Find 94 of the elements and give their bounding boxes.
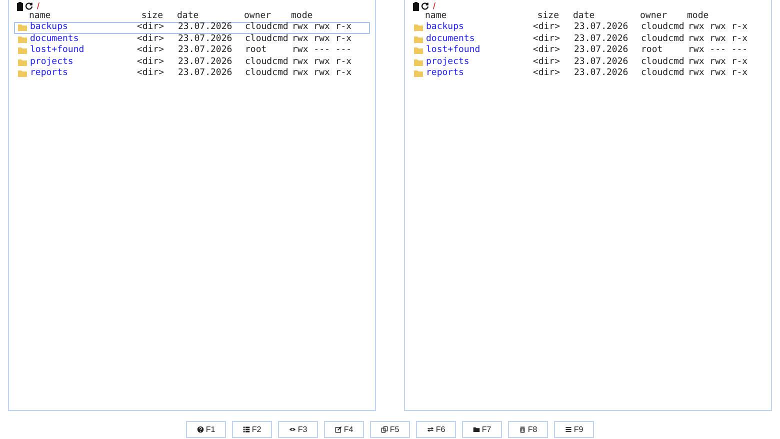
- table-cell-text: cloudcmd: [245, 56, 290, 68]
- file-name-link[interactable]: reports: [30, 68, 130, 80]
- table-cell-text: rwx --- ---: [688, 45, 749, 56]
- file-row[interactable]: lost+found <dir> 23.07.2026 root rwx --- ---: [410, 45, 766, 56]
- table-cell-text: rwx rwx r-x: [688, 22, 749, 34]
- table-cell-text: rwx rwx r-x: [688, 34, 749, 45]
- column-header[interactable]: mode: [687, 11, 757, 22]
- function-key-button[interactable]: F5: [370, 421, 410, 438]
- function-key-button[interactable]: F7: [462, 421, 502, 438]
- function-key-button[interactable]: F4: [324, 421, 364, 438]
- table-cell-text: cloudcmd: [641, 56, 686, 68]
- table-cell-text: rwx rwx r-x: [688, 56, 749, 68]
- table-cell-text: <dir>: [136, 56, 164, 68]
- table-cell-text: root: [245, 45, 268, 56]
- file-row[interactable]: reports <dir> 23.07.2026 cloudcmd rwx rwx r-x: [410, 68, 766, 80]
- table-cell-text: cloudcmd: [245, 68, 290, 80]
- table-cell-text: 23.07.2026: [573, 34, 630, 45]
- table-cell-text: 23.07.2026: [573, 22, 630, 34]
- file-name-link[interactable]: lost+found: [426, 45, 526, 56]
- refresh-icon[interactable]: [25, 2, 33, 10]
- table-cell-text: <dir>: [532, 56, 560, 68]
- table-cell-text: cloudcmd: [245, 34, 290, 45]
- menu-icon: [564, 426, 572, 433]
- file-name-link[interactable]: reports: [426, 68, 526, 80]
- help-icon: [196, 426, 204, 433]
- file-name-link[interactable]: projects: [30, 56, 130, 68]
- file-name-link[interactable]: projects: [426, 56, 526, 68]
- file-row[interactable]: backups <dir> 23.07.2026 cloudcmd rwx rwx r-x: [410, 22, 766, 34]
- file-name-link[interactable]: documents: [426, 34, 526, 45]
- table-cell-text: <dir>: [136, 68, 164, 80]
- table-cell-text: 23.07.2026: [177, 68, 234, 80]
- copy-icon: [380, 426, 388, 433]
- file-row[interactable]: projects <dir> 23.07.2026 cloudcmd rwx rwx r-x: [14, 56, 370, 68]
- clipboard-icon[interactable]: [17, 2, 23, 10]
- function-key-button[interactable]: F3: [278, 421, 318, 438]
- table-cell-text: <dir>: [532, 68, 560, 80]
- function-key-button[interactable]: F1: [186, 421, 226, 438]
- column-header[interactable]: mode: [291, 11, 361, 22]
- file-row[interactable]: documents <dir> 23.07.2026 cloudcmd rwx rwx r-x: [14, 34, 370, 45]
- table-cell-text: cloudcmd: [245, 22, 290, 34]
- file-row[interactable]: projects <dir> 23.07.2026 cloudcmd rwx rwx r-x: [410, 56, 766, 68]
- file-name-link[interactable]: lost+found: [30, 45, 130, 56]
- table-cell-text: rwx rwx r-x: [292, 34, 353, 45]
- function-key-button[interactable]: F8: [508, 421, 548, 438]
- column-header[interactable]: date: [559, 11, 640, 22]
- table-cell-text: cloudcmd: [641, 68, 686, 80]
- column-header[interactable]: size: [525, 11, 559, 22]
- file-row[interactable]: reports <dir> 23.07.2026 cloudcmd rwx rwx r-x: [14, 68, 370, 80]
- column-header[interactable]: name: [29, 11, 129, 22]
- table-cell-text: 23.07.2026: [177, 22, 234, 34]
- table-cell-text: 23.07.2026: [177, 34, 234, 45]
- table-cell-text: rwx rwx r-x: [292, 56, 353, 68]
- clipboard-icon[interactable]: [413, 2, 419, 10]
- column-header[interactable]: date: [163, 11, 244, 22]
- folder-icon: [472, 426, 480, 433]
- table-cell-text: rwx --- ---: [292, 45, 353, 56]
- file-row[interactable]: backups <dir> 23.07.2026 cloudcmd rwx rwx r-x: [14, 22, 370, 34]
- file-name-link[interactable]: documents: [30, 34, 130, 45]
- arrows-icon: [426, 426, 434, 433]
- table-cell-text: rwx rwx r-x: [688, 68, 749, 80]
- table-cell-text: 23.07.2026: [177, 56, 234, 68]
- table-cell-text: <dir>: [136, 34, 164, 45]
- function-key-button[interactable]: F6: [416, 421, 456, 438]
- edit-icon: [334, 426, 342, 433]
- function-key-button[interactable]: F2: [232, 421, 272, 438]
- table-cell-text: 23.07.2026: [573, 68, 630, 80]
- table-cell-text: 23.07.2026: [573, 56, 630, 68]
- column-header[interactable]: owner: [640, 11, 687, 22]
- table-cell-text: rwx rwx r-x: [292, 68, 353, 80]
- function-key-button[interactable]: F9: [554, 421, 594, 438]
- table-cell-text: <dir>: [532, 45, 560, 56]
- column-header[interactable]: size: [129, 11, 163, 22]
- refresh-icon[interactable]: [421, 2, 429, 10]
- table-cell-text: <dir>: [532, 34, 560, 45]
- eye-icon: [288, 426, 296, 433]
- table-cell-text: 23.07.2026: [177, 45, 234, 56]
- table-cell-text: root: [641, 45, 664, 56]
- table-cell-text: <dir>: [532, 22, 560, 34]
- table-cell-text: cloudcmd: [641, 22, 686, 34]
- file-row[interactable]: documents <dir> 23.07.2026 cloudcmd rwx rwx r-x: [410, 34, 766, 45]
- table-cell-text: rwx rwx r-x: [292, 22, 353, 34]
- file-name-link[interactable]: backups: [30, 22, 130, 34]
- table-cell-text: 23.07.2026: [573, 45, 630, 56]
- table-cell-text: <dir>: [136, 22, 164, 34]
- table-cell-text: <dir>: [136, 45, 164, 56]
- column-header[interactable]: owner: [244, 11, 291, 22]
- file-name-link[interactable]: backups: [426, 22, 526, 34]
- list-icon: [242, 426, 250, 433]
- table-cell-text: cloudcmd: [641, 34, 686, 45]
- path-link[interactable]: /: [433, 0, 436, 12]
- column-header[interactable]: name: [425, 11, 525, 22]
- file-row[interactable]: lost+found <dir> 23.07.2026 root rwx --- ---: [14, 45, 370, 56]
- path-link[interactable]: /: [37, 0, 40, 12]
- trash-icon: [518, 426, 526, 433]
